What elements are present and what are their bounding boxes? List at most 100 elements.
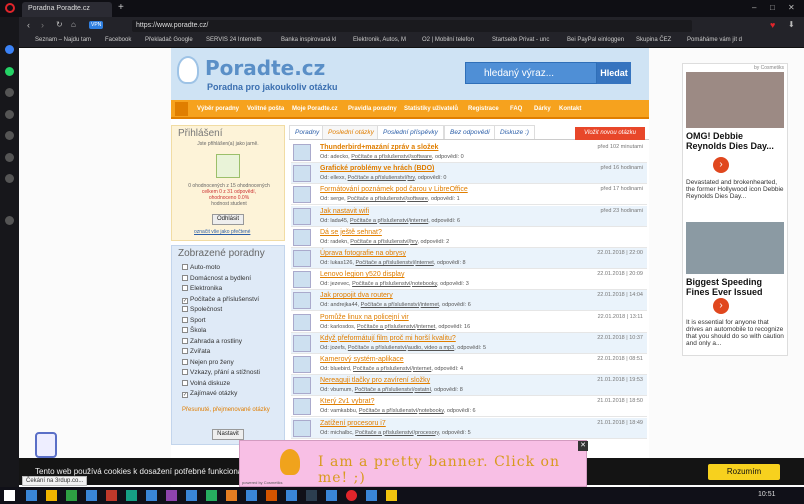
taskbar-clock[interactable]: 10:51 xyxy=(758,491,776,498)
taskbar-app-icon[interactable] xyxy=(326,490,337,501)
bookmark-item[interactable]: Bei PayPal einloggen xyxy=(567,37,624,43)
category-thumbnail-icon[interactable] xyxy=(293,165,311,183)
category-checkbox[interactable]: Škola xyxy=(182,327,206,334)
close-window-button[interactable]: ✕ xyxy=(788,3,795,12)
bookmark-item[interactable]: Pomáháme vám jít d xyxy=(687,37,742,43)
question-title[interactable]: Kamerový systém-aplikace xyxy=(320,356,404,363)
checkbox-icon[interactable] xyxy=(182,306,188,312)
question-title[interactable]: Který 2v1 vybrat? xyxy=(320,398,374,405)
ad-headline[interactable]: OMG! Debbie Reynolds Dies Day... xyxy=(686,131,784,151)
category-checkbox[interactable]: Sport xyxy=(182,316,206,324)
checkbox-icon[interactable] xyxy=(182,358,188,365)
search-input[interactable]: hledaný výraz... xyxy=(465,62,597,84)
taskbar-app-icon[interactable] xyxy=(26,490,37,501)
question-title[interactable]: Jak propojit dva routery xyxy=(320,292,393,299)
taskbar-app-icon[interactable] xyxy=(186,490,197,501)
bookmark-item[interactable]: Seznam – Najdu tam xyxy=(35,37,91,43)
banner-text[interactable]: I am a pretty banner. Click on me! ;) xyxy=(318,454,586,486)
vpn-badge[interactable]: VPN xyxy=(89,21,104,29)
question-title[interactable]: Zatížení procesoru i7 xyxy=(320,420,386,427)
checkbox-icon[interactable]: ✓ xyxy=(182,392,188,398)
meta-sub[interactable]: procesory xyxy=(415,430,439,436)
nav-item[interactable]: Statistiky uživatelů xyxy=(404,106,458,112)
download-icon[interactable]: ⬇ xyxy=(788,20,795,29)
category-thumbnail-icon[interactable] xyxy=(293,334,311,352)
question-row[interactable]: Kamerový systém-aplikace Od: bluebird, Po… xyxy=(291,354,647,375)
category-thumbnail-icon[interactable] xyxy=(293,398,311,416)
category-checkbox[interactable]: Auto-moto xyxy=(182,264,220,271)
category-checkbox[interactable]: ✓ Zajímavé otázky xyxy=(182,390,237,398)
nav-item[interactable]: Dárky xyxy=(534,106,551,112)
speed-dial-icon[interactable] xyxy=(5,110,14,119)
question-row[interactable]: Pomůže linux na policejní vir Od: karlosd… xyxy=(291,312,647,333)
meta-category[interactable]: Počítače a příslušenství xyxy=(348,345,406,351)
promo-banner[interactable]: I am a pretty banner. Click on me! ;) ✕ … xyxy=(239,440,588,487)
ad-headline[interactable]: Biggest Speeding Fines Ever Issued xyxy=(686,277,784,297)
question-row[interactable]: Zatížení procesoru i7 Od: michalbc, Počít… xyxy=(291,417,647,439)
cookie-accept-button[interactable]: Rozumím xyxy=(708,464,780,480)
checkbox-icon[interactable]: ✓ xyxy=(182,297,188,304)
taskbar-app-icon[interactable] xyxy=(126,490,137,501)
meta-category[interactable]: Počítače a příslušenství xyxy=(348,175,406,181)
meta-category[interactable]: Počítače a příslušenství xyxy=(359,408,417,414)
meta-category[interactable]: Počítače a příslušenství xyxy=(355,387,413,393)
messenger-icon[interactable] xyxy=(5,45,14,54)
question-title[interactable]: Grafické problémy ve hrách (BDO) xyxy=(320,165,434,172)
camera-icon[interactable] xyxy=(5,88,14,97)
nav-item[interactable]: Kontakt xyxy=(559,106,581,112)
category-checkbox[interactable]: Zahrada a rostliny xyxy=(182,337,242,345)
checkbox-icon[interactable] xyxy=(182,285,188,291)
meta-category[interactable]: Počítače a příslušenství xyxy=(353,366,411,372)
bookmark-item[interactable]: Skupina ČEZ xyxy=(636,37,671,43)
meta-sub[interactable]: internet xyxy=(421,302,439,308)
question-title[interactable]: Thunderbird+mazání zpráv a složek xyxy=(320,144,438,151)
question-title[interactable]: Lenovo legion y520 display xyxy=(320,271,404,278)
nav-item[interactable]: Registrace xyxy=(468,106,499,112)
history-icon[interactable] xyxy=(5,153,14,162)
nav-item[interactable]: Moje Poradte.cz xyxy=(292,106,338,112)
category-checkbox[interactable]: Vzkazy, přání a stížnosti xyxy=(182,369,260,376)
back-icon[interactable]: ‹ xyxy=(27,20,30,30)
meta-category[interactable]: Počítače a příslušenství xyxy=(351,154,409,160)
category-checkbox[interactable]: Zvířata xyxy=(182,348,210,355)
home-icon[interactable] xyxy=(175,102,188,116)
meta-sub[interactable]: notebooky xyxy=(412,281,437,287)
checkbox-icon[interactable] xyxy=(182,316,188,323)
category-thumbnail-icon[interactable] xyxy=(293,250,311,267)
bookmark-item[interactable]: SERVIS 24 Internetb xyxy=(206,37,262,43)
home-icon[interactable]: ⌂ xyxy=(71,20,76,29)
bookmark-item[interactable]: O2 | Mobilní telefon xyxy=(422,37,474,43)
question-row[interactable]: Který 2v1 vybrat? Od: vamkabbu, Počítače … xyxy=(291,396,647,418)
taskbar-app-icon[interactable] xyxy=(106,490,117,501)
ask-question-button[interactable]: Vložit novou otázku xyxy=(575,127,645,140)
close-icon[interactable]: ✕ xyxy=(578,441,588,451)
question-title[interactable]: Formátování poznámek pod čarou v LibreOf… xyxy=(320,186,468,193)
new-tab-button[interactable]: + xyxy=(118,2,124,13)
question-row[interactable]: Lenovo legion y520 display Od: jezevec, P… xyxy=(291,269,647,291)
question-title[interactable]: Jak nastavit wifi xyxy=(320,208,369,215)
meta-sub[interactable]: software xyxy=(407,196,428,202)
meta-sub[interactable]: ostatní xyxy=(414,387,431,393)
question-row[interactable]: Dá se ještě sehnat? Od: radekn, Počítače … xyxy=(291,227,647,248)
question-row[interactable]: Thunderbird+mazání zpráv a složek Od: ade… xyxy=(291,142,647,163)
checkbox-icon[interactable] xyxy=(182,379,188,386)
taskbar-app-icon[interactable] xyxy=(146,490,157,501)
tab-latest-posts[interactable]: Poslední příspěvky xyxy=(377,125,444,139)
bookmark-item[interactable]: Překladač Google xyxy=(145,37,193,43)
tab-poradny[interactable]: Poradny xyxy=(289,125,326,139)
question-row[interactable]: Grafické problémy ve hrách (BDO) Od: elle… xyxy=(291,163,647,185)
nav-item[interactable]: Volitné pošta xyxy=(247,106,284,112)
browser-tab[interactable]: Poradna Poradte.cz xyxy=(22,2,112,17)
tab-unanswered[interactable]: Bez odpovědí xyxy=(444,125,496,139)
meta-sub[interactable]: hry xyxy=(407,175,414,181)
question-row[interactable]: Formátování poznámek pod čarou v LibreOf… xyxy=(291,184,647,206)
bookmark-item[interactable]: Startseite Privat - unc xyxy=(492,37,549,43)
category-checkbox[interactable]: ✓ Počítače a příslušenství xyxy=(182,296,259,304)
nav-item[interactable]: Výběr poradny xyxy=(197,106,239,112)
taskbar-app-icon[interactable] xyxy=(86,490,97,501)
category-thumbnail-icon[interactable] xyxy=(293,356,311,373)
url-input[interactable]: https://www.poradte.cz/ xyxy=(132,20,692,32)
ad-image[interactable] xyxy=(686,72,784,128)
question-title[interactable]: Když přeformátují film proč mi horší kva… xyxy=(320,335,456,342)
bookmark-item[interactable]: Banka inspirovaná kl xyxy=(281,37,336,43)
